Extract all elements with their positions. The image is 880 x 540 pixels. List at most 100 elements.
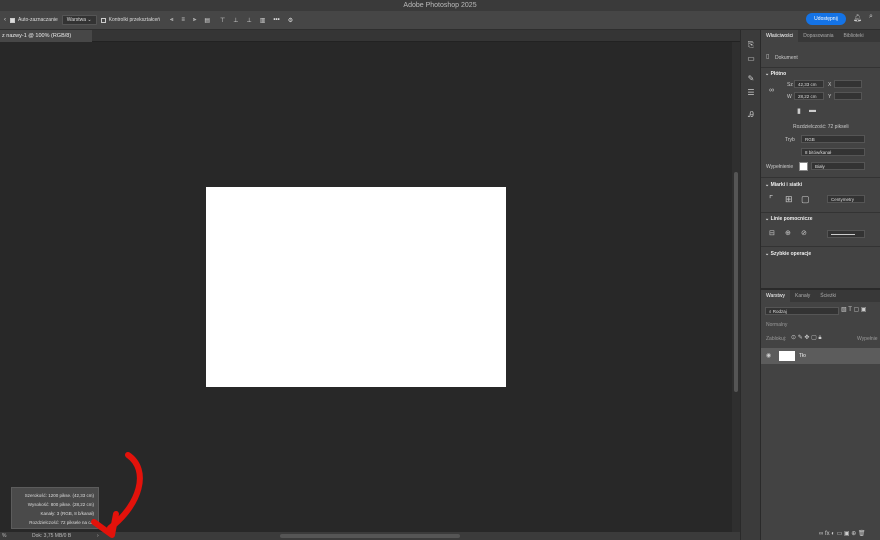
bit-depth-value: 8 bitów/kanał	[805, 150, 832, 155]
more-options-icon[interactable]: •••	[273, 17, 279, 23]
properties-tab-bar: Właściwości Dopasowania Biblioteki	[761, 30, 880, 42]
document-size-status[interactable]: Dok: 3,75 MB/0 B	[32, 532, 71, 540]
adjustments-icon[interactable]: ☰	[746, 88, 756, 98]
vertical-scrollbar[interactable]	[732, 42, 740, 532]
y-field[interactable]	[834, 92, 862, 100]
height-label: W	[787, 94, 792, 100]
align-middle-v-icon[interactable]: ⊥	[233, 17, 238, 24]
collapse-chevron-icon[interactable]: ‹	[4, 17, 6, 23]
tab-adjustments[interactable]: Dopasowania	[798, 30, 838, 42]
rulers-section-header[interactable]: ⌄ Miarki i siatki	[765, 182, 802, 188]
layer-name: Tło	[799, 353, 806, 359]
canvas-section-header[interactable]: ⌄ Płótno	[765, 71, 786, 77]
filter-pixel-icon[interactable]: ▧ T ▢ ▣	[841, 306, 866, 313]
vertical-scroll-thumb[interactable]	[734, 172, 738, 392]
status-menu-chevron-icon[interactable]: ›	[97, 532, 99, 540]
transform-controls-checkbox[interactable]	[100, 17, 106, 23]
document-tab[interactable]: z nazwy-1 @ 100% (RGB/8)	[0, 30, 92, 42]
align-center-h-icon[interactable]: ≡	[181, 17, 185, 23]
horizontal-scroll-thumb[interactable]	[280, 534, 460, 538]
pixel-grid-icon[interactable]: ▢	[801, 194, 810, 205]
mode-label: Tryb	[785, 137, 795, 143]
distribute-v-icon[interactable]: ▥	[260, 17, 266, 24]
tab-channels[interactable]: Kanały	[790, 290, 815, 302]
align-top-icon[interactable]: ⊤	[220, 17, 225, 24]
quick-actions-section-header[interactable]: ⌄ Szybkie operacje	[765, 251, 811, 257]
tab-paths[interactable]: Ścieżki	[815, 290, 841, 302]
canvas-section-title: Płótno	[770, 71, 787, 77]
info-resolution: Rozdzielczość: 72 piksele na cal	[29, 520, 94, 525]
glyphs-icon[interactable]: Ꭿ	[746, 110, 756, 120]
brush-settings-icon[interactable]: ✎	[746, 74, 756, 84]
tab-properties[interactable]: Właściwości	[761, 30, 799, 42]
new-guide-icon[interactable]: ⊕	[785, 229, 791, 237]
photoshop-window: Adobe Photoshop 2025 ‹ Auto-zaznaczanie …	[0, 0, 880, 540]
align-left-icon[interactable]: ⫷	[170, 17, 173, 24]
y-label: Y	[828, 94, 832, 100]
document-canvas[interactable]	[206, 187, 506, 387]
tab-layers[interactable]: Warstwy	[761, 290, 790, 302]
comments-icon[interactable]: ▭	[746, 54, 756, 64]
blend-mode-dropdown[interactable]: Normalny	[766, 322, 787, 328]
fill-swatch[interactable]	[799, 162, 808, 171]
info-channels: Kanały: 3 (RGB, 8 b/kanał)	[40, 511, 94, 516]
zoom-prefix[interactable]: %	[2, 532, 6, 540]
panel-dock-strip: ⎘ ▭ ✎ ☰ Ꭿ	[740, 30, 760, 540]
height-field[interactable]: 28,22 cm	[794, 92, 824, 100]
history-icon[interactable]: ⎘	[746, 40, 756, 50]
lock-icons[interactable]: ⊙ ✎ ✥ ▢ 🔒︎	[791, 334, 822, 342]
mode-dropdown[interactable]: RGB	[801, 135, 865, 143]
guides-section-header[interactable]: ⌄ Linie pomocnicze	[765, 216, 813, 222]
quick-actions-title: Szybkie operacje	[770, 251, 812, 257]
layer-filter-search[interactable]: ⌕ Rodzaj	[765, 307, 839, 315]
fill-dropdown[interactable]: Biały	[811, 162, 865, 170]
layers-tab-bar: Warstwy Kanały Ścieżki	[761, 290, 880, 302]
fill-value: Biały	[815, 164, 825, 169]
guide-line-preview	[831, 234, 855, 236]
grid-icon[interactable]: ⊞	[785, 194, 793, 205]
share-button[interactable]: Udostępnij	[806, 13, 846, 25]
portrait-orientation-icon[interactable]: ▮	[797, 107, 801, 115]
document-label: Dokument	[775, 55, 798, 61]
tab-libraries[interactable]: Biblioteki	[839, 30, 869, 42]
x-field[interactable]	[834, 80, 862, 88]
info-width: Szerokość: 1200 pikse. (42,33 cm)	[24, 493, 94, 498]
distribute-h-icon[interactable]: ▤	[204, 17, 210, 24]
lock-label: Zablokuj:	[766, 336, 787, 342]
bell-icon[interactable]: 🔔︎	[853, 14, 862, 22]
search-icon[interactable]: ⌕	[869, 13, 873, 21]
document-icon: ▯	[766, 54, 770, 60]
info-height: Wysokość: 800 pikse. (28,22 cm)	[27, 502, 94, 507]
guides-section-title: Linie pomocnicze	[770, 216, 813, 222]
ruler-icon[interactable]: ⌜	[769, 194, 773, 205]
eye-icon[interactable]: ◉	[766, 352, 771, 359]
width-value: 42,33 cm	[798, 82, 817, 87]
auto-select-label: Auto-zaznaczanie	[18, 17, 58, 23]
transform-controls-label: Kontrolki przekształceń	[108, 17, 161, 23]
canvas-area[interactable]	[0, 42, 732, 532]
auto-select-checkbox[interactable]	[10, 17, 15, 23]
layer-row[interactable]: ◉ Tło	[761, 348, 880, 364]
guide-layout-icon[interactable]: ⊟	[769, 229, 775, 237]
layer-filter-placeholder: Rodzaj	[772, 309, 787, 314]
units-dropdown[interactable]: Centymetry	[827, 195, 865, 203]
fill-label: Wypełnienie	[766, 164, 794, 170]
width-label: Sz	[787, 82, 793, 88]
rulers-section-title: Miarki i siatki	[770, 182, 802, 188]
height-value: 28,22 cm	[798, 94, 817, 99]
fill-opacity-label: Wypełnie	[857, 336, 878, 342]
auto-select-target-dropdown[interactable]: Warstwa ⌄	[61, 15, 97, 25]
layer-actions-icons[interactable]: ∞ fx ◐ ▭ ▣ ⊕ 🗑︎	[819, 530, 866, 537]
width-field[interactable]: 42,33 cm	[794, 80, 824, 88]
bit-depth-dropdown[interactable]: 8 bitów/kanał	[801, 148, 865, 156]
layer-thumbnail	[779, 351, 795, 361]
link-icon[interactable]: ∞	[769, 87, 774, 94]
landscape-orientation-icon[interactable]: ▬	[809, 107, 816, 114]
gear-icon[interactable]: ⚙	[288, 17, 293, 24]
auto-select-target-value: Warstwa	[66, 17, 87, 23]
guide-style-dropdown[interactable]	[827, 230, 865, 238]
align-right-icon[interactable]: ⫸	[193, 17, 196, 24]
align-bottom-icon[interactable]: ⊥	[246, 17, 251, 24]
divider	[761, 67, 880, 68]
clear-guides-icon[interactable]: ⊘	[801, 229, 807, 237]
